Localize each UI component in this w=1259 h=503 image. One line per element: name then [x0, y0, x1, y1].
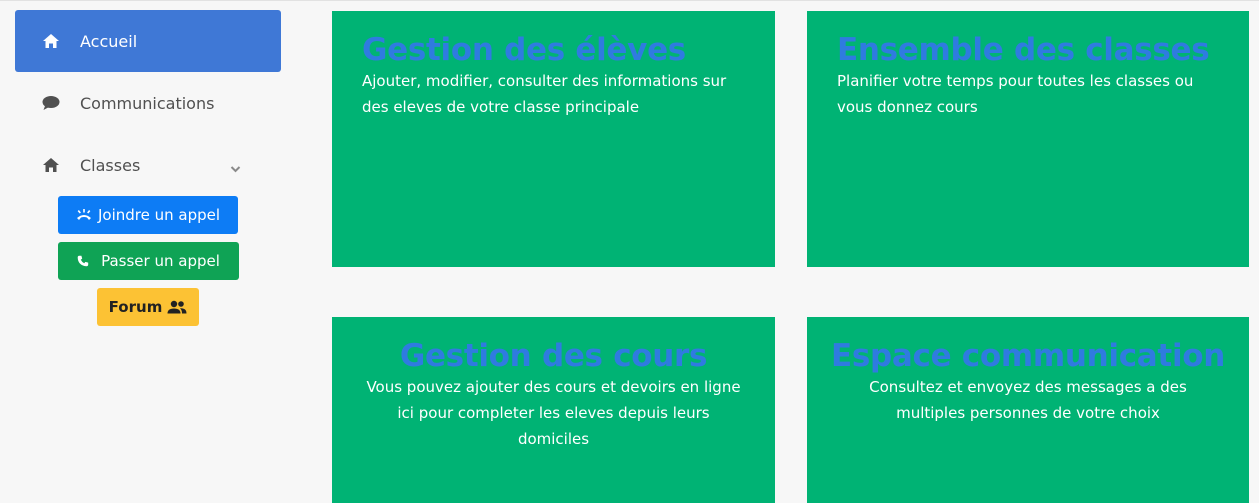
- card-description: Consultez et envoyez des messages a des …: [869, 378, 1187, 422]
- join-call-button[interactable]: Joindre un appel: [58, 196, 238, 234]
- sidebar-item-label: Communications: [80, 93, 215, 113]
- card-description: Planifier votre temps pour toutes les cl…: [837, 72, 1194, 116]
- make-call-button[interactable]: Passer un appel: [58, 242, 239, 280]
- comment-icon: [40, 92, 62, 114]
- card-title: Gestion des élèves: [362, 32, 686, 68]
- card-title: Gestion des cours: [399, 338, 708, 374]
- home-icon: [40, 30, 62, 52]
- users-icon: [167, 300, 187, 314]
- sidebar-item-communications[interactable]: Communications: [15, 72, 281, 134]
- card-title: Espace communication: [830, 338, 1226, 374]
- join-call-icon: [76, 209, 92, 221]
- card-description: Vous pouvez ajouter des cours et devoirs…: [366, 378, 741, 448]
- card-description: Ajouter, modifier, consulter des informa…: [362, 72, 727, 116]
- sidebar: Accueil Communications Classes Joindre u…: [0, 0, 300, 503]
- sidebar-item-accueil[interactable]: Accueil: [15, 10, 281, 72]
- card-gestion-eleves[interactable]: Gestion des élèves Ajouter, modifier, co…: [332, 11, 775, 267]
- sidebar-item-label: Classes: [80, 155, 141, 175]
- card-gestion-cours[interactable]: Gestion des cours Vous pouvez ajouter de…: [332, 317, 775, 503]
- sidebar-item-label: Accueil: [80, 31, 138, 51]
- home-icon: [40, 154, 62, 176]
- card-title: Ensemble des classes: [837, 32, 1210, 68]
- make-call-label: Passer un appel: [101, 252, 220, 270]
- card-espace-communication[interactable]: Espace communication Consultez et envoye…: [807, 317, 1249, 503]
- forum-button[interactable]: Forum: [97, 288, 199, 326]
- sidebar-item-classes[interactable]: Classes: [15, 134, 281, 196]
- join-call-label: Joindre un appel: [97, 206, 221, 224]
- card-ensemble-classes[interactable]: Ensemble des classes Planifier votre tem…: [807, 11, 1249, 267]
- forum-label: Forum: [108, 298, 163, 316]
- phone-icon: [77, 255, 89, 267]
- chevron-down-icon[interactable]: [230, 158, 241, 177]
